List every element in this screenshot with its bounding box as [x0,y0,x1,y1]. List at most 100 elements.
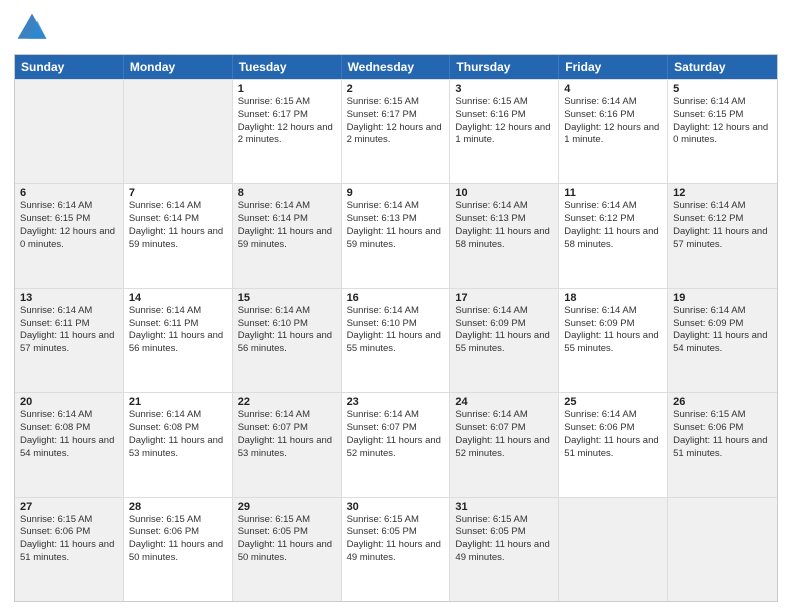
cal-cell: 1Sunrise: 6:15 AM Sunset: 6:17 PM Daylig… [233,80,342,183]
logo [14,10,54,46]
cal-header-wednesday: Wednesday [342,55,451,79]
cal-cell: 16Sunrise: 6:14 AM Sunset: 6:10 PM Dayli… [342,289,451,392]
cal-header-friday: Friday [559,55,668,79]
cal-cell: 22Sunrise: 6:14 AM Sunset: 6:07 PM Dayli… [233,393,342,496]
day-info: Sunrise: 6:14 AM Sunset: 6:07 PM Dayligh… [238,409,336,460]
day-info: Sunrise: 6:14 AM Sunset: 6:13 PM Dayligh… [455,200,553,251]
cal-header-thursday: Thursday [450,55,559,79]
cal-cell: 11Sunrise: 6:14 AM Sunset: 6:12 PM Dayli… [559,184,668,287]
cal-cell: 31Sunrise: 6:15 AM Sunset: 6:05 PM Dayli… [450,498,559,601]
calendar: SundayMondayTuesdayWednesdayThursdayFrid… [14,54,778,602]
day-number: 12 [673,187,772,199]
cal-week-2: 6Sunrise: 6:14 AM Sunset: 6:15 PM Daylig… [15,183,777,287]
day-info: Sunrise: 6:14 AM Sunset: 6:11 PM Dayligh… [20,305,118,356]
cal-cell: 19Sunrise: 6:14 AM Sunset: 6:09 PM Dayli… [668,289,777,392]
cal-cell [124,80,233,183]
day-info: Sunrise: 6:15 AM Sunset: 6:06 PM Dayligh… [673,409,772,460]
day-number: 24 [455,396,553,408]
cal-cell: 23Sunrise: 6:14 AM Sunset: 6:07 PM Dayli… [342,393,451,496]
cal-header-monday: Monday [124,55,233,79]
cal-cell: 13Sunrise: 6:14 AM Sunset: 6:11 PM Dayli… [15,289,124,392]
cal-cell: 10Sunrise: 6:14 AM Sunset: 6:13 PM Dayli… [450,184,559,287]
cal-cell: 28Sunrise: 6:15 AM Sunset: 6:06 PM Dayli… [124,498,233,601]
day-number: 5 [673,83,772,95]
cal-cell: 29Sunrise: 6:15 AM Sunset: 6:05 PM Dayli… [233,498,342,601]
cal-cell: 7Sunrise: 6:14 AM Sunset: 6:14 PM Daylig… [124,184,233,287]
day-info: Sunrise: 6:14 AM Sunset: 6:12 PM Dayligh… [673,200,772,251]
day-info: Sunrise: 6:14 AM Sunset: 6:09 PM Dayligh… [455,305,553,356]
day-info: Sunrise: 6:14 AM Sunset: 6:16 PM Dayligh… [564,96,662,147]
cal-week-3: 13Sunrise: 6:14 AM Sunset: 6:11 PM Dayli… [15,288,777,392]
day-info: Sunrise: 6:14 AM Sunset: 6:08 PM Dayligh… [20,409,118,460]
cal-cell: 21Sunrise: 6:14 AM Sunset: 6:08 PM Dayli… [124,393,233,496]
day-number: 6 [20,187,118,199]
day-number: 3 [455,83,553,95]
calendar-body: 1Sunrise: 6:15 AM Sunset: 6:17 PM Daylig… [15,79,777,601]
cal-cell: 27Sunrise: 6:15 AM Sunset: 6:06 PM Dayli… [15,498,124,601]
cal-cell: 6Sunrise: 6:14 AM Sunset: 6:15 PM Daylig… [15,184,124,287]
cal-cell [668,498,777,601]
day-info: Sunrise: 6:15 AM Sunset: 6:17 PM Dayligh… [238,96,336,147]
day-info: Sunrise: 6:15 AM Sunset: 6:17 PM Dayligh… [347,96,445,147]
logo-icon [14,10,50,46]
cal-cell [559,498,668,601]
day-number: 23 [347,396,445,408]
cal-cell: 26Sunrise: 6:15 AM Sunset: 6:06 PM Dayli… [668,393,777,496]
day-info: Sunrise: 6:14 AM Sunset: 6:10 PM Dayligh… [347,305,445,356]
day-number: 17 [455,292,553,304]
day-number: 28 [129,501,227,513]
cal-cell: 14Sunrise: 6:14 AM Sunset: 6:11 PM Dayli… [124,289,233,392]
cal-cell: 9Sunrise: 6:14 AM Sunset: 6:13 PM Daylig… [342,184,451,287]
day-number: 7 [129,187,227,199]
cal-week-5: 27 Sunrise: 6:15 AM Sunset: 6:06 PM Dayli… [15,497,777,601]
cal-cell: 30Sunrise: 6:15 AM Sunset: 6:05 PM Dayli… [342,498,451,601]
cal-cell: 24Sunrise: 6:14 AM Sunset: 6:07 PM Dayli… [450,393,559,496]
cal-cell: 8Sunrise: 6:14 AM Sunset: 6:14 PM Daylig… [233,184,342,287]
day-number: 19 [673,292,772,304]
day-number: 26 [673,396,772,408]
day-info: Sunrise: 6:14 AM Sunset: 6:06 PM Dayligh… [564,409,662,460]
cal-cell: 12Sunrise: 6:14 AM Sunset: 6:12 PM Dayli… [668,184,777,287]
cal-cell: 2Sunrise: 6:15 AM Sunset: 6:17 PM Daylig… [342,80,451,183]
day-info: Sunrise: 6:14 AM Sunset: 6:11 PM Dayligh… [129,305,227,356]
day-number: 4 [564,83,662,95]
day-info: Sunrise: 6:14 AM Sunset: 6:15 PM Dayligh… [673,96,772,147]
day-number: 9 [347,187,445,199]
cal-week-1: 1Sunrise: 6:15 AM Sunset: 6:17 PM Daylig… [15,79,777,183]
day-number: 21 [129,396,227,408]
day-info: Sunrise: 6:15 AM Sunset: 6:05 PM Dayligh… [455,514,553,565]
cal-cell: 15Sunrise: 6:14 AM Sunset: 6:10 PM Dayli… [233,289,342,392]
page: SundayMondayTuesdayWednesdayThursdayFrid… [0,0,792,612]
calendar-header-row: SundayMondayTuesdayWednesdayThursdayFrid… [15,55,777,79]
day-info: Sunrise: 6:15 AM Sunset: 6:16 PM Dayligh… [455,96,553,147]
day-info: Sunrise: 6:15 AM Sunset: 6:06 PM Dayligh… [129,514,227,565]
day-number: 18 [564,292,662,304]
cal-cell: 20Sunrise: 6:14 AM Sunset: 6:08 PM Dayli… [15,393,124,496]
day-info: Sunrise: 6:14 AM Sunset: 6:08 PM Dayligh… [129,409,227,460]
day-number: 16 [347,292,445,304]
day-info: Sunrise: 6:15 AM Sunset: 6:05 PM Dayligh… [347,514,445,565]
cal-week-4: 20Sunrise: 6:14 AM Sunset: 6:08 PM Dayli… [15,392,777,496]
day-number: 15 [238,292,336,304]
day-number: 1 [238,83,336,95]
cal-cell: 25Sunrise: 6:14 AM Sunset: 6:06 PM Dayli… [559,393,668,496]
day-info: Sunrise: 6:14 AM Sunset: 6:12 PM Dayligh… [564,200,662,251]
day-number: 13 [20,292,118,304]
day-info: Sunrise: 6:14 AM Sunset: 6:10 PM Dayligh… [238,305,336,356]
cal-header-sunday: Sunday [15,55,124,79]
day-info: Sunrise: 6:14 AM Sunset: 6:14 PM Dayligh… [129,200,227,251]
day-number: 8 [238,187,336,199]
day-info: Sunrise: 6:14 AM Sunset: 6:14 PM Dayligh… [238,200,336,251]
day-info: Sunrise: 6:14 AM Sunset: 6:09 PM Dayligh… [564,305,662,356]
day-info: Sunrise: 6:14 AM Sunset: 6:07 PM Dayligh… [455,409,553,460]
day-info: Sunrise: 6:15 AM Sunset: 6:05 PM Dayligh… [238,514,336,565]
day-info: Sunrise: 6:14 AM Sunset: 6:15 PM Dayligh… [20,200,118,251]
header [14,10,778,46]
day-number: 29 [238,501,336,513]
day-number: 2 [347,83,445,95]
cal-header-tuesday: Tuesday [233,55,342,79]
day-number: 20 [20,396,118,408]
day-number: 27 [20,501,118,513]
day-number: 11 [564,187,662,199]
day-info: Sunrise: 6:14 AM Sunset: 6:13 PM Dayligh… [347,200,445,251]
